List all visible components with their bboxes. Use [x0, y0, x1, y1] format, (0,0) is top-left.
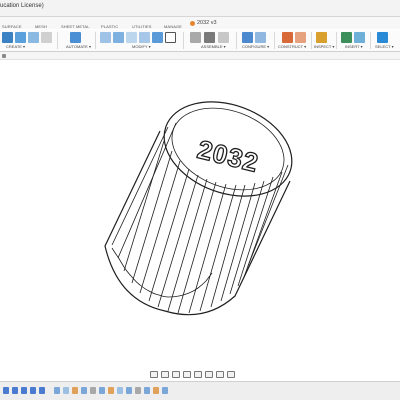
timeline-feature[interactable] — [117, 387, 123, 394]
navigation-bar — [150, 369, 244, 379]
ribbon-divider — [236, 32, 237, 49]
timeline-feature[interactable] — [81, 387, 87, 394]
timeline-bar — [0, 381, 400, 400]
insert-canvas-icon[interactable] — [354, 32, 365, 43]
extrude-icon[interactable] — [28, 32, 39, 43]
viewport-canvas[interactable]: 2032 — [0, 61, 400, 366]
select-menu[interactable]: SELECT ▾ — [375, 44, 394, 49]
timeline-feature[interactable] — [99, 387, 105, 394]
inspect-menu[interactable]: INSPECT ▾ — [314, 44, 334, 49]
tab-plastic[interactable]: PLASTIC — [101, 24, 118, 29]
revolve-icon[interactable] — [41, 32, 52, 43]
create-menu[interactable]: CREATE ▾ — [6, 44, 25, 49]
timeline-feature[interactable] — [144, 387, 150, 394]
browser-bar — [0, 52, 400, 60]
zoom-icon[interactable] — [183, 370, 191, 378]
configure-menu[interactable]: CONFIGURE ▾ — [242, 44, 269, 49]
timeline-feature[interactable] — [54, 387, 60, 394]
ribbon-divider — [183, 32, 184, 49]
create-sketch-icon[interactable] — [15, 32, 26, 43]
emboss-text: 2032 — [195, 134, 262, 178]
tab-utilities[interactable]: UTILITIES — [132, 24, 152, 29]
timeline-feature[interactable] — [153, 387, 159, 394]
automate-menu[interactable]: AUTOMATE ▾ — [66, 44, 91, 49]
fillet-icon[interactable] — [113, 32, 124, 43]
fluted-cylinder-model[interactable] — [104, 85, 305, 316]
grid-icon[interactable] — [216, 370, 224, 378]
next-step-icon[interactable] — [30, 387, 36, 394]
joint-icon[interactable] — [204, 32, 215, 43]
orbit-icon[interactable] — [150, 370, 158, 378]
timeline-feature[interactable] — [90, 387, 96, 394]
timeline-feature[interactable] — [135, 387, 141, 394]
play-icon[interactable] — [21, 387, 27, 394]
configure-table-icon[interactable] — [242, 32, 253, 43]
timeline-feature[interactable] — [108, 387, 114, 394]
offset-plane-icon[interactable] — [282, 32, 293, 43]
combine-icon[interactable] — [152, 32, 163, 43]
go-to-start-icon[interactable] — [3, 387, 9, 394]
ribbon-divider — [311, 32, 312, 49]
as-built-joint-icon[interactable] — [218, 32, 229, 43]
model-viewport: 2032 — [104, 85, 305, 316]
ribbon-divider — [57, 32, 58, 49]
automate-icon[interactable] — [70, 32, 81, 43]
measure-icon[interactable] — [316, 32, 327, 43]
new-component-assemble-icon[interactable] — [190, 32, 201, 43]
tab-surface[interactable]: SURFACE — [2, 24, 22, 29]
assemble-menu[interactable]: ASSEMBLE ▾ — [201, 44, 226, 49]
ribbon-divider — [274, 32, 275, 49]
move-icon[interactable] — [165, 32, 176, 43]
timeline-feature[interactable] — [72, 387, 78, 394]
insert-mesh-icon[interactable] — [341, 32, 352, 43]
zoom-window-icon[interactable] — [194, 370, 202, 378]
toolbar-ribbon: CREATE ▾ AUTOMATE ▾ MODIFY ▾ ASSEMBLE ▾ … — [0, 30, 400, 52]
timeline-feature[interactable] — [162, 387, 168, 394]
press-pull-icon[interactable] — [100, 32, 111, 43]
browser-toggle-icon[interactable] — [2, 54, 6, 58]
tab-sheet-metal[interactable]: SHEET METAL — [61, 24, 90, 29]
ribbon-divider — [370, 32, 371, 49]
viewports-icon[interactable] — [227, 370, 235, 378]
construct-menu[interactable]: CONSTRUCT ▾ — [278, 44, 306, 49]
fusion-app-window: ucation License) 2032 v3 SURFACE MESH SH… — [0, 0, 400, 400]
display-mode-icon[interactable] — [205, 370, 213, 378]
timeline-feature[interactable] — [63, 387, 69, 394]
axis-icon[interactable] — [295, 32, 306, 43]
select-icon[interactable] — [377, 32, 388, 43]
chamfer-icon[interactable] — [126, 32, 137, 43]
insert-menu[interactable]: INSERT ▾ — [345, 44, 363, 49]
pan-icon[interactable] — [161, 370, 169, 378]
window-title: ucation License) — [0, 3, 44, 9]
shell-icon[interactable] — [139, 32, 150, 43]
tab-mesh[interactable]: MESH — [35, 24, 47, 29]
ribbon-divider — [95, 32, 96, 49]
go-to-end-icon[interactable] — [39, 387, 45, 394]
timeline-feature[interactable] — [126, 387, 132, 394]
hand-icon[interactable] — [172, 370, 180, 378]
ribbon-divider — [336, 32, 337, 49]
tab-manage[interactable]: MANAGE — [164, 24, 182, 29]
title-bar: ucation License) — [0, 0, 400, 17]
modify-menu[interactable]: MODIFY ▾ — [132, 44, 151, 49]
previous-step-icon[interactable] — [12, 387, 18, 394]
new-component-icon[interactable] — [2, 32, 13, 43]
parameters-icon[interactable] — [255, 32, 266, 43]
